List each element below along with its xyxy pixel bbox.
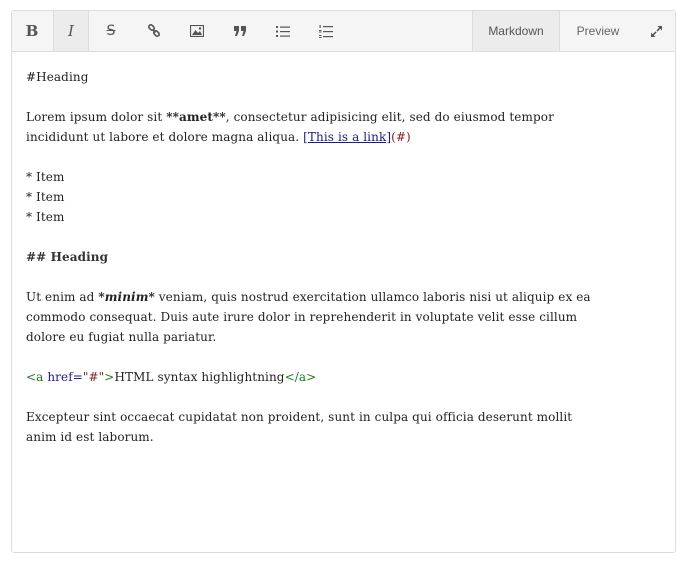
list-item: * Item — [26, 190, 65, 204]
quote-button[interactable] — [222, 11, 258, 51]
link-button[interactable] — [136, 11, 172, 51]
markdown-editor: B I S Markdown Preview #Heading Lorem ip… — [11, 10, 676, 553]
editor-toolbar: B I S Markdown Preview — [12, 11, 675, 52]
bold-button[interactable]: B — [14, 11, 50, 51]
paragraph-line: incididunt ut labore et dolore magna ali… — [26, 130, 411, 144]
heading-line: ## Heading — [26, 250, 109, 264]
ordered-list-button[interactable] — [308, 11, 344, 51]
editor-content[interactable]: #Heading Lorem ipsum dolor sit **amet**,… — [26, 67, 666, 447]
strikethrough-icon: S — [106, 23, 116, 39]
html-code-line: <a href="#">HTML syntax highlightning</a… — [26, 370, 317, 384]
quote-icon — [233, 26, 246, 36]
bold-icon: B — [25, 22, 39, 40]
list-item: * Item — [26, 210, 65, 224]
strikethrough-button[interactable]: S — [93, 11, 129, 51]
link-icon — [147, 24, 161, 38]
paragraph-line: Lorem ipsum dolor sit **amet**, consecte… — [26, 110, 554, 124]
paragraph-line: Excepteur sint occaecat cupidatat non pr… — [26, 410, 573, 424]
paragraph-line: commodo consequat. Duis aute irure dolor… — [26, 310, 578, 324]
markdown-link-url: (#) — [391, 130, 411, 144]
paragraph-line: dolore eu fugiat nulla pariatur. — [26, 330, 217, 344]
italic-button[interactable]: I — [53, 11, 89, 51]
markdown-link-text: [This is a link] — [303, 130, 392, 144]
expand-icon — [650, 25, 662, 37]
ordered-list-icon — [319, 24, 333, 38]
paragraph-line: Ut enim ad *minim* veniam, quis nostrud … — [26, 290, 591, 304]
image-icon — [190, 25, 204, 37]
heading-line: #Heading — [26, 70, 89, 84]
italic-icon: I — [68, 22, 74, 40]
tab-preview[interactable]: Preview — [560, 11, 636, 51]
tab-markdown[interactable]: Markdown — [472, 11, 560, 51]
list-item: * Item — [26, 170, 65, 184]
unordered-list-icon — [276, 25, 290, 37]
fullscreen-button[interactable] — [638, 11, 674, 51]
paragraph-line: anim id est laborum. — [26, 430, 154, 444]
unordered-list-button[interactable] — [265, 11, 301, 51]
image-button[interactable] — [179, 11, 215, 51]
